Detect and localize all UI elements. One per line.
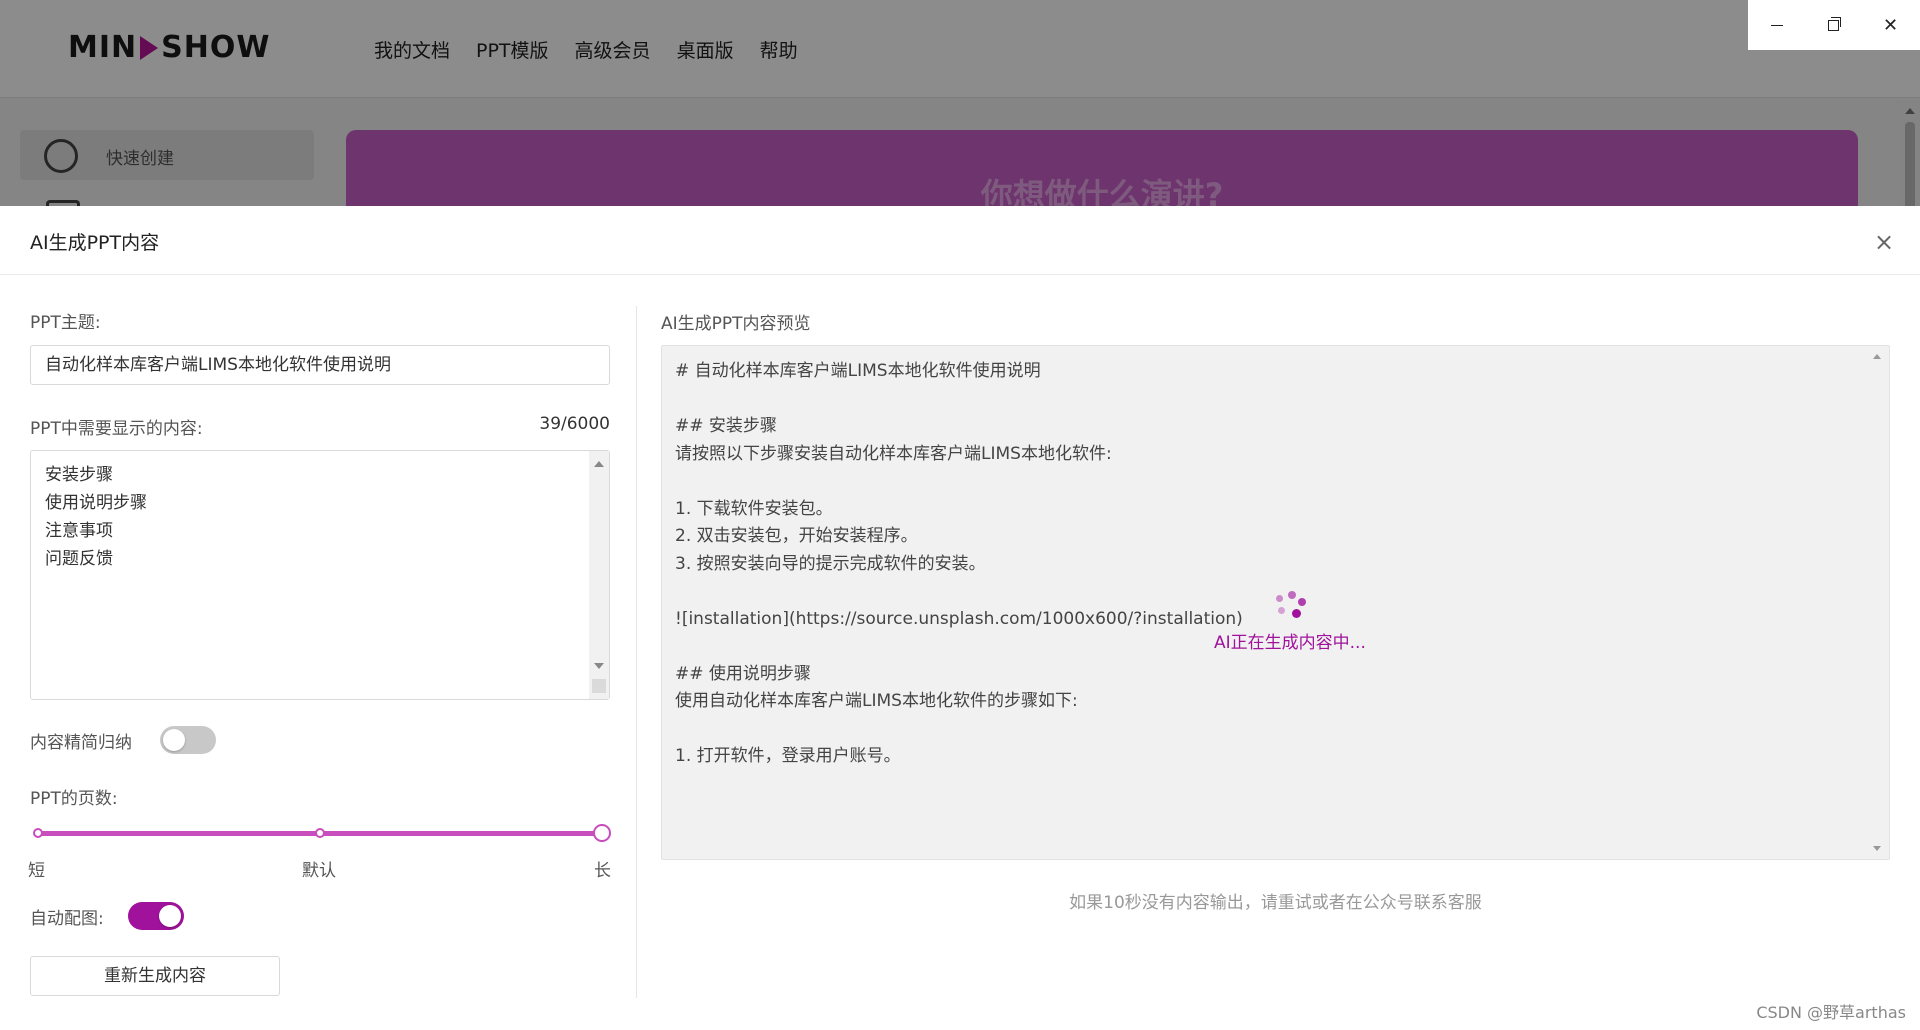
- preview-line: # 自动化样本库客户端LIMS本地化软件使用说明: [675, 361, 1041, 381]
- restore-button[interactable]: [1805, 0, 1862, 50]
- loading-spinner-icon: [1272, 591, 1308, 627]
- window-controls: ✕: [1748, 0, 1920, 50]
- preview-content: # 自动化样本库客户端LIMS本地化软件使用说明 ## 安装步骤请按照以下步骤安装…: [675, 358, 1243, 771]
- preview-line: 使用自动化样本库客户端LIMS本地化软件的步骤如下:: [675, 691, 1078, 711]
- content-label: PPT中需要显示的内容:: [30, 419, 203, 439]
- content-line: 安装步骤: [45, 465, 113, 485]
- content-line: 使用说明步骤: [45, 493, 147, 513]
- preview-line: [675, 716, 1243, 744]
- textarea-scrollbar[interactable]: [589, 451, 609, 699]
- generating-status: AI正在生成内容中...: [1214, 633, 1366, 653]
- content-char-count: 39/6000: [539, 414, 610, 434]
- preview-line: [675, 468, 1243, 496]
- regenerate-button[interactable]: 重新生成内容: [30, 956, 280, 996]
- background-app: MIN SHOW 我的文档 PPT模版 高级会员 桌面版 帮助 快速创建 你想做什…: [0, 0, 1920, 206]
- scroll-up-icon[interactable]: [594, 461, 604, 467]
- preview-line: [675, 578, 1243, 606]
- retry-hint: 如果10秒没有内容输出，请重试或者在公众号联系客服: [1069, 893, 1482, 913]
- slider-label-long: 长: [594, 861, 611, 881]
- preview-line: 3. 按照安装向导的提示完成软件的安装。: [675, 553, 986, 574]
- restore-icon: [1828, 16, 1841, 31]
- preview-line: 1. 打开软件，登录用户账号。: [675, 746, 901, 766]
- resize-grip-icon[interactable]: [592, 679, 606, 693]
- slider-label-default: 默认: [302, 861, 336, 881]
- preview-line: [675, 386, 1243, 414]
- auto-image-toggle[interactable]: [128, 902, 184, 930]
- preview-line: 2. 双击安装包，开始安装程序。: [675, 526, 918, 546]
- slider-stop-short[interactable]: [33, 828, 43, 838]
- pages-label: PPT的页数:: [30, 789, 118, 809]
- summarize-toggle[interactable]: [160, 726, 216, 754]
- pages-slider-handle[interactable]: [593, 824, 611, 842]
- preview-line: 1. 下载软件安装包。: [675, 498, 833, 519]
- content-lines: 安装步骤使用说明步骤 注意事项问题反馈: [45, 461, 147, 573]
- slider-stop-default[interactable]: [315, 828, 325, 838]
- scroll-down-icon[interactable]: [1873, 846, 1881, 851]
- toggle-knob: [159, 905, 181, 927]
- ai-generate-dialog: AI生成PPT内容 × PPT主题: 自动化样本库客户端LIMS本地化软件使用说…: [0, 206, 1920, 1030]
- preview-line: [675, 633, 1243, 661]
- content-line: 注意事项: [45, 521, 113, 541]
- column-divider: [636, 306, 637, 998]
- topic-label: PPT主题:: [30, 313, 101, 333]
- content-textarea[interactable]: 安装步骤使用说明步骤 注意事项问题反馈: [30, 450, 610, 700]
- preview-label: AI生成PPT内容预览: [661, 314, 811, 334]
- window-close-button[interactable]: ✕: [1862, 0, 1919, 50]
- modal-overlay[interactable]: [0, 0, 1920, 206]
- content-line: 问题反馈: [45, 549, 113, 569]
- watermark: CSDN @野草arthas: [1756, 1003, 1906, 1022]
- topic-input[interactable]: 自动化样本库客户端LIMS本地化软件使用说明: [30, 345, 610, 385]
- dialog-close-button[interactable]: ×: [1872, 230, 1896, 254]
- dialog-title: AI生成PPT内容: [30, 232, 160, 254]
- dialog-header: AI生成PPT内容 ×: [0, 206, 1920, 275]
- scroll-up-icon[interactable]: [1873, 354, 1881, 359]
- scroll-down-icon[interactable]: [594, 663, 604, 669]
- summarize-label: 内容精简归纳: [30, 733, 132, 753]
- preview-line: ![installation](https://source.unsplash.…: [675, 608, 1243, 629]
- toggle-knob: [163, 729, 185, 751]
- minimize-icon: [1770, 24, 1783, 26]
- close-icon: ✕: [1882, 14, 1899, 36]
- preview-line: ## 安装步骤: [675, 416, 777, 436]
- preview-line: 请按照以下步骤安装自动化样本库客户端LIMS本地化软件:: [675, 443, 1112, 464]
- minimize-button[interactable]: [1748, 0, 1805, 50]
- preview-line: ## 使用说明步骤: [675, 663, 811, 684]
- auto-image-label: 自动配图:: [30, 909, 104, 929]
- slider-label-short: 短: [28, 861, 45, 881]
